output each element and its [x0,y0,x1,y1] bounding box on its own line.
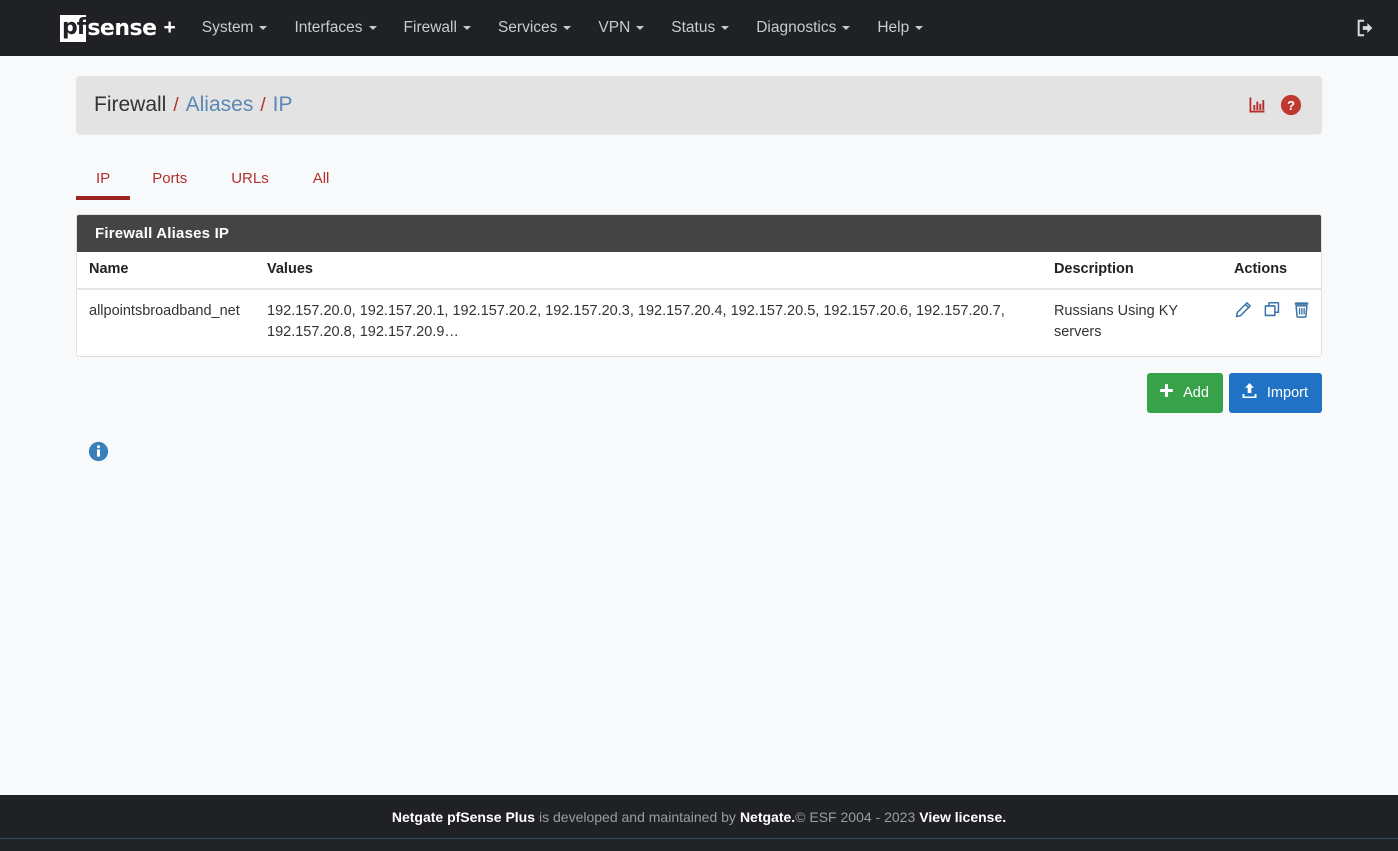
brand-word: sense [87,15,157,41]
pfsense-logo[interactable]: pf sense + [60,14,176,42]
chart-icon[interactable] [1247,95,1267,115]
chevron-down-icon [721,26,730,30]
page-footer: Netgate pfSense Plus is developed and ma… [0,795,1398,838]
nav-item-diagnostics[interactable]: Diagnostics [756,13,851,43]
nav-item-help[interactable]: Help [877,13,924,43]
nav-label: Firewall [403,19,457,36]
nav-item-system[interactable]: System [202,13,268,43]
alias-tabs: IP Ports URLs All [76,156,1322,200]
breadcrumb-separator: / [260,95,266,116]
cell-alias-name: allpointsbroadband_net [89,303,240,319]
footer-copyright: © ESF 2004 - 2023 [795,808,916,825]
cell-alias-values: 192.157.20.0, 192.157.20.1, 192.157.20.2… [267,303,1005,341]
column-header-values: Values [257,252,1044,290]
table-row[interactable]: allpointsbroadband_net 192.157.20.0, 192… [77,289,1321,356]
breadcrumb-actions: ? [1247,94,1302,116]
delete-alias-icon[interactable] [1292,300,1311,319]
firewall-aliases-panel: Firewall Aliases IP Name Values Descript… [76,214,1322,358]
edit-alias-icon[interactable] [1234,300,1253,319]
brand-plus: + [163,16,176,39]
sign-out-icon[interactable] [1354,17,1376,39]
breadcrumb-separator: / [173,95,179,116]
import-button-label: Import [1266,384,1308,401]
nav-item-status[interactable]: Status [671,13,730,43]
nav-item-interfaces[interactable]: Interfaces [294,13,377,43]
tab-all[interactable]: All [291,170,352,200]
panel-title: Firewall Aliases IP [77,215,1321,252]
help-circle-icon[interactable]: ? [1280,94,1302,116]
breadcrumb-link-ip[interactable]: IP [273,93,293,117]
tab-ip[interactable]: IP [76,170,131,200]
import-alias-button[interactable]: Import [1228,373,1322,414]
chevron-down-icon [563,26,572,30]
breadcrumb-root: Firewall [94,93,167,116]
breadcrumb-link-aliases[interactable]: Aliases [186,93,254,117]
brand-mark: pf [60,14,86,42]
column-header-name: Name [77,252,257,290]
panel-actions: Add Import [76,373,1322,414]
plus-icon [1158,382,1175,404]
chevron-down-icon [368,26,377,30]
svg-text:?: ? [1287,98,1295,113]
breadcrumb: Firewall / Aliases / IP [94,93,292,117]
table-head: Name Values Description Actions [77,252,1321,290]
info-row [76,441,1322,467]
chevron-down-icon [842,26,851,30]
tab-label: All [312,170,330,187]
content-wrapper: Firewall / Aliases / IP ? IP Ports URLs … [76,76,1322,467]
column-header-description: Description [1043,252,1224,290]
nav-label: Interfaces [294,19,363,36]
nav-label: Help [877,19,910,36]
cell-alias-description: Russians Using KY servers [1053,303,1178,341]
column-header-actions: Actions [1223,252,1321,290]
nav-menu: System Interfaces Firewall Services VPN … [202,13,950,43]
nav-label: Services [497,19,558,36]
upload-icon [1240,381,1259,405]
footer-mid-text: is developed and maintained by [539,808,736,825]
breadcrumb-bar: Firewall / Aliases / IP ? [76,76,1322,134]
nav-item-vpn[interactable]: VPN [598,13,645,43]
tab-label: URLs [231,170,269,187]
footer-product: Netgate pfSense Plus [391,808,536,825]
chevron-down-icon [259,26,268,30]
top-navbar: pf sense + System Interfaces Firewall Serv… [0,0,1398,56]
nav-label: Status [671,19,716,36]
nav-label: System [201,19,254,36]
nav-label: VPN [598,19,631,36]
chevron-down-icon [915,26,924,30]
horizontal-scrollbar[interactable] [0,838,1398,851]
cell-alias-actions [1224,289,1321,356]
add-button-label: Add [1183,384,1209,401]
chevron-down-icon [636,26,645,30]
info-circle-icon[interactable] [88,441,109,462]
nav-label: Diagnostics [756,19,837,36]
table-body: allpointsbroadband_net 192.157.20.0, 192… [77,289,1321,356]
add-alias-button[interactable]: Add [1147,373,1223,414]
chevron-down-icon [462,26,471,30]
copy-alias-icon[interactable] [1263,300,1282,319]
tab-label: IP [96,170,111,187]
tab-urls[interactable]: URLs [209,170,291,200]
page-body: Firewall / Aliases / IP ? IP Ports URLs … [0,56,1398,467]
nav-item-firewall[interactable]: Firewall [404,13,471,43]
footer-netgate-link[interactable]: Netgate. [740,809,795,825]
footer-view-license-link[interactable]: View license. [919,809,1006,825]
alias-table: Name Values Description Actions allpoint… [77,252,1321,356]
tab-label: Ports [152,170,188,187]
tab-ports[interactable]: Ports [130,170,209,200]
nav-item-services[interactable]: Services [497,13,572,43]
table-header-row: Name Values Description Actions [77,252,1321,290]
